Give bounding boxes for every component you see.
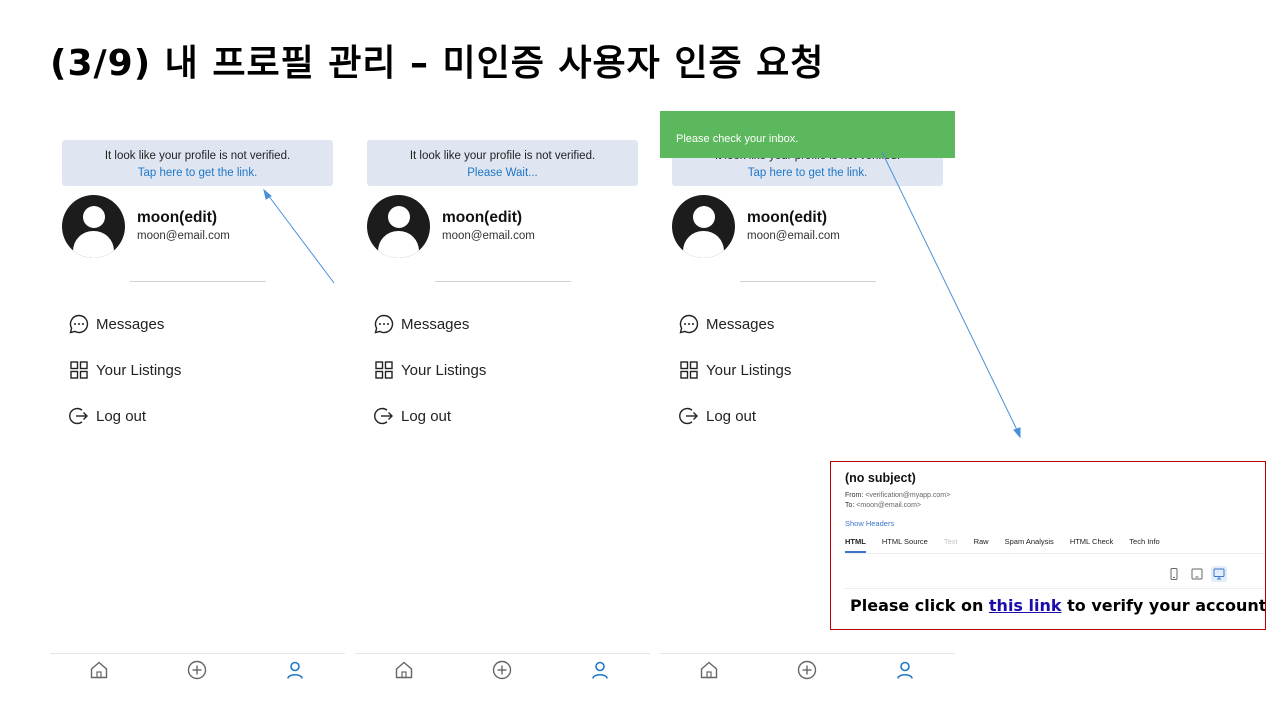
email-body-text: Please click on this link to verify your… [850,596,1266,615]
menu-label: Your Listings [706,361,792,379]
divider [130,281,266,282]
divider [845,553,1265,554]
arrowhead-2 [1013,427,1021,439]
from-label: From: [845,492,864,499]
grid-icon [678,359,700,381]
tab-tech-info[interactable]: Tech Info [1129,537,1159,553]
user-email: moon@email.com [747,230,840,242]
user-name[interactable]: moon(edit) [442,209,522,227]
home-icon[interactable] [88,659,110,681]
mobile-view-icon[interactable] [1166,566,1182,582]
body-text-end: to verify your account. [1061,596,1266,615]
add-circle-icon[interactable] [796,659,818,681]
phone-screen-2: It look like your profile is not verifie… [355,140,650,685]
menu-label: Your Listings [401,361,487,379]
verify-banner[interactable]: It look like your profile is not verifie… [62,140,333,186]
email-view-tabs: HTML HTML Source Text Raw Spam Analysis … [845,537,1176,553]
person-icon[interactable] [284,659,306,681]
email-to: To: <moon@email.com> [845,502,921,509]
menu-item-listings[interactable]: Your Listings [678,358,791,382]
divider [435,281,571,282]
banner-message: It look like your profile is not verifie… [409,150,596,162]
banner-wait-text: Please Wait... [467,167,538,179]
email-subject: (no subject) [845,471,916,485]
banner-link[interactable]: Tap here to get the link. [672,165,943,182]
email-from: From: <verification@myapp.com> [845,492,950,499]
menu-item-messages[interactable]: Messages [678,312,774,336]
bottom-tab-bar [355,653,650,685]
phone-screen-1: It look like your profile is not verifie… [50,140,345,685]
user-email: moon@email.com [442,230,535,242]
chat-bubble-icon [678,313,700,335]
menu-label: Messages [96,315,165,333]
menu-item-logout[interactable]: Log out [678,404,756,428]
bottom-tab-bar [660,653,955,685]
tab-html-check[interactable]: HTML Check [1070,537,1113,553]
user-name[interactable]: moon(edit) [137,209,217,227]
inbox-toast: Please check your inbox. [660,111,955,158]
menu-item-listings[interactable]: Your Listings [373,358,486,382]
to-label: To: [845,502,855,509]
user-name[interactable]: moon(edit) [747,209,827,227]
menu-item-messages[interactable]: Messages [373,312,469,336]
tablet-view-icon[interactable] [1189,566,1205,582]
verify-link[interactable]: this link [989,596,1062,615]
logout-icon [68,405,90,427]
tab-spam-analysis[interactable]: Spam Analysis [1005,537,1054,553]
menu-item-logout[interactable]: Log out [68,404,146,428]
tab-raw[interactable]: Raw [974,537,989,553]
tab-html[interactable]: HTML [845,537,866,553]
avatar [367,195,430,258]
body-text-start: Please click on [850,596,989,615]
chat-bubble-icon [373,313,395,335]
user-email: moon@email.com [137,230,230,242]
avatar [62,195,125,258]
desktop-view-icon[interactable] [1211,566,1227,582]
grid-icon [68,359,90,381]
menu-label: Your Listings [96,361,182,379]
banner-link[interactable]: Tap here to get the link. [62,165,333,182]
tab-text: Text [943,537,958,546]
bottom-tab-bar [50,653,345,685]
menu-item-logout[interactable]: Log out [373,404,451,428]
chat-bubble-icon [68,313,90,335]
menu-item-messages[interactable]: Messages [68,312,164,336]
home-icon[interactable] [393,659,415,681]
show-headers-link[interactable]: Show Headers [845,519,894,528]
person-icon[interactable] [589,659,611,681]
menu-label: Messages [401,315,470,333]
verify-banner[interactable]: It look like your profile is not verifie… [367,140,638,186]
menu-label: Log out [401,407,452,425]
tab-html-source[interactable]: HTML Source [882,537,928,553]
menu-item-listings[interactable]: Your Listings [68,358,181,382]
divider [740,281,876,282]
menu-label: Log out [96,407,147,425]
email-preview-panel: (no subject) From: <verification@myapp.c… [830,461,1266,630]
home-icon[interactable] [698,659,720,681]
divider [845,588,1265,589]
logout-icon [373,405,395,427]
add-circle-icon[interactable] [491,659,513,681]
menu-label: Messages [706,315,775,333]
avatar [672,195,735,258]
grid-icon [373,359,395,381]
add-circle-icon[interactable] [186,659,208,681]
person-icon[interactable] [894,659,916,681]
to-address: <moon@email.com> [856,502,921,509]
menu-label: Log out [706,407,757,425]
logout-icon [678,405,700,427]
from-address: <verification@myapp.com> [865,492,951,499]
slide-title: (3/9) 내 프로필 관리 – 미인증 사용자 인증 요청 [50,43,825,84]
banner-message: It look like your profile is not verifie… [104,150,291,162]
